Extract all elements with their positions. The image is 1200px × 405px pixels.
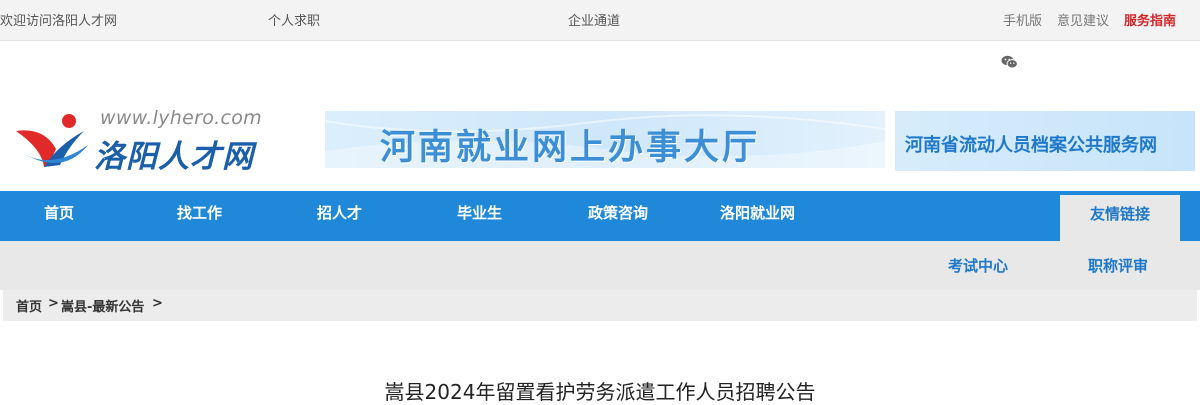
breadcrumb-section[interactable]: 嵩县-最新公告: [61, 296, 144, 315]
welcome-text: 欢迎访问洛阳人才网: [0, 14, 118, 29]
service-guide-link[interactable]: 服务指南: [1124, 10, 1176, 29]
top-bar: 欢迎访问洛阳人才网 个人求职 企业通道 手机版 意见建议 服务指南: [0, 0, 1200, 41]
archive-service-banner[interactable]: 河南省流动人员档案公共服务网: [895, 111, 1195, 171]
personal-job-link[interactable]: 个人求职: [268, 10, 320, 29]
main-nav: 首页 找工作 招人才 毕业生 政策咨询 洛阳就业网 友情链接: [0, 191, 1200, 241]
breadcrumb-separator: >: [152, 296, 163, 311]
nav-recruit[interactable]: 招人才: [317, 191, 362, 241]
logo-name-text: 洛阳人才网: [94, 139, 254, 175]
nav-find-job[interactable]: 找工作: [177, 191, 222, 241]
archive-service-text: 河南省流动人员档案公共服务网: [905, 135, 1157, 156]
subnav-title-review[interactable]: 职称评审: [1088, 255, 1148, 276]
nav-policy[interactable]: 政策咨询: [588, 191, 648, 241]
site-logo[interactable]: www.lyhero.com 洛阳人才网: [14, 105, 276, 175]
breadcrumb-home[interactable]: 首页: [16, 296, 42, 315]
henan-employment-text: 河南就业网上办事大厅: [380, 128, 761, 168]
subnav-exam-center[interactable]: 考试中心: [948, 255, 1008, 276]
henan-employment-banner[interactable]: 河南就业网上办事大厅: [325, 111, 885, 168]
nav-friend-links[interactable]: 友情链接: [1060, 195, 1180, 241]
breadcrumb: 首页 > 嵩县-最新公告 >: [3, 290, 1197, 321]
mobile-version-link[interactable]: 手机版: [1003, 10, 1042, 29]
breadcrumb-separator: >: [48, 296, 59, 311]
nav-graduates[interactable]: 毕业生: [457, 191, 502, 241]
logo-figure-icon: [16, 114, 88, 167]
article-title: 嵩县2024年留置看护劳务派遣工作人员招聘公告: [384, 380, 816, 404]
enterprise-channel-link[interactable]: 企业通道: [568, 10, 620, 29]
wechat-icon[interactable]: [1001, 54, 1018, 69]
nav-home[interactable]: 首页: [44, 191, 74, 241]
nav-luoyang-employment[interactable]: 洛阳就业网: [720, 191, 795, 241]
logo-url-text: www.lyhero.com: [100, 107, 262, 129]
feedback-link[interactable]: 意见建议: [1057, 10, 1109, 29]
sub-nav: 考试中心 职称评审: [0, 241, 1200, 290]
